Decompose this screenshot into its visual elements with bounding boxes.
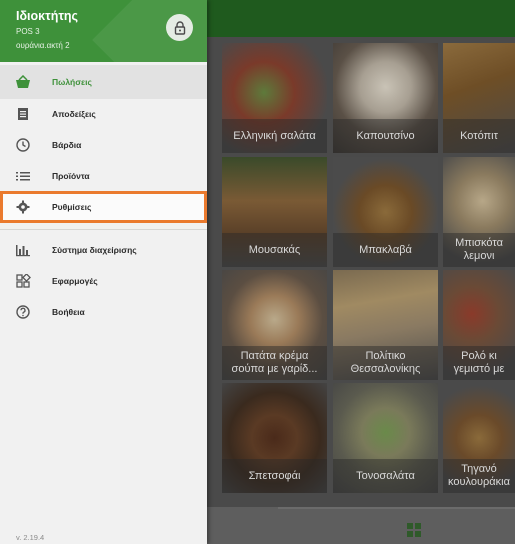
apps-icon <box>16 274 31 288</box>
app-version: v. 2.19.4 <box>16 533 45 542</box>
pos-name: POS 3 <box>16 27 40 36</box>
receipt-icon <box>18 108 28 120</box>
menu-label: Εφαρμογές <box>52 276 98 286</box>
menu-item-products[interactable]: Προϊόντα <box>0 159 207 193</box>
product-name: Τηγανό κουλουράκια <box>443 459 515 493</box>
product-tile[interactable]: Πατάτα κρέμα σούπα με γαρίδ... <box>222 270 327 380</box>
menu-item-help[interactable]: Βοήθεια <box>0 295 207 329</box>
menu-label: Βοήθεια <box>52 307 85 317</box>
list-icon <box>16 172 30 181</box>
product-name: Μπισκότα λεμονι <box>443 233 515 267</box>
store-name: ουράνια.ακτή 2 <box>16 41 70 50</box>
menu-item-shift[interactable]: Βάρδια <box>0 128 207 162</box>
lock-icon <box>174 20 185 35</box>
menu-label: Προϊόντα <box>52 171 90 181</box>
product-tile[interactable]: Μουσακάς <box>222 157 327 267</box>
product-tile[interactable]: Τηγανό κουλουράκια <box>443 383 515 493</box>
product-name: Μπακλαβά <box>333 233 438 267</box>
product-name: Σπετσοφάι <box>222 459 327 493</box>
menu-item-apps[interactable]: Εφαρμογές <box>0 264 207 298</box>
help-icon <box>16 305 30 319</box>
menu-item-receipts[interactable]: Αποδείξεις <box>0 97 207 131</box>
product-tile[interactable]: Καπουτσίνο <box>333 43 438 153</box>
basket-icon <box>16 75 30 88</box>
product-tile[interactable]: Τονοσαλάτα <box>333 383 438 493</box>
lock-button[interactable] <box>166 14 193 41</box>
menu-label: Ρυθμίσεις <box>52 202 92 212</box>
menu-divider <box>0 229 207 230</box>
navigation-drawer: Ιδιοκτήτης POS 3 ουράνια.ακτή 2 Πωλήσεις <box>0 0 207 544</box>
menu-label: Αποδείξεις <box>52 109 96 119</box>
product-tile[interactable]: Μπακλαβά <box>333 157 438 267</box>
product-tile[interactable]: Σπετσοφάι <box>222 383 327 493</box>
bar-chart-icon <box>16 245 30 257</box>
menu-item-sales[interactable]: Πωλήσεις <box>0 65 207 99</box>
product-name: Πολίτικο Θεσσαλονίκης <box>333 346 438 380</box>
product-name: Κοτόπιτ <box>443 119 515 153</box>
drawer-header: Ιδιοκτήτης POS 3 ουράνια.ακτή 2 <box>0 0 207 62</box>
user-role: Ιδιοκτήτης <box>16 9 79 23</box>
menu-item-back-office[interactable]: Σύστημα διαχείρισης <box>0 233 207 267</box>
gear-icon <box>16 200 30 214</box>
product-tile[interactable]: Πολίτικο Θεσσαλονίκης <box>333 270 438 380</box>
menu-item-settings[interactable]: Ρυθμίσεις <box>0 191 207 223</box>
product-name: Τονοσαλάτα <box>333 459 438 493</box>
menu-label: Σύστημα διαχείρισης <box>52 245 137 255</box>
product-name: Πατάτα κρέμα σούπα με γαρίδ... <box>222 346 327 380</box>
product-tile[interactable]: Ρολό κι γεμιστό με <box>443 270 515 380</box>
divider <box>278 507 515 509</box>
product-name: Μουσακάς <box>222 233 327 267</box>
clock-icon <box>16 138 30 152</box>
product-name: Καπουτσίνο <box>333 119 438 153</box>
product-tile[interactable]: Κοτόπιτ <box>443 43 515 153</box>
menu-label: Πωλήσεις <box>52 77 92 87</box>
product-tile[interactable]: Μπισκότα λεμονι <box>443 157 515 267</box>
product-name: Ελληνική σαλάτα <box>222 119 327 153</box>
menu-label: Βάρδια <box>52 140 82 150</box>
product-tile[interactable]: Ελληνική σαλάτα <box>222 43 327 153</box>
grid-view-icon[interactable] <box>407 523 421 537</box>
product-name: Ρολό κι γεμιστό με <box>443 346 515 380</box>
